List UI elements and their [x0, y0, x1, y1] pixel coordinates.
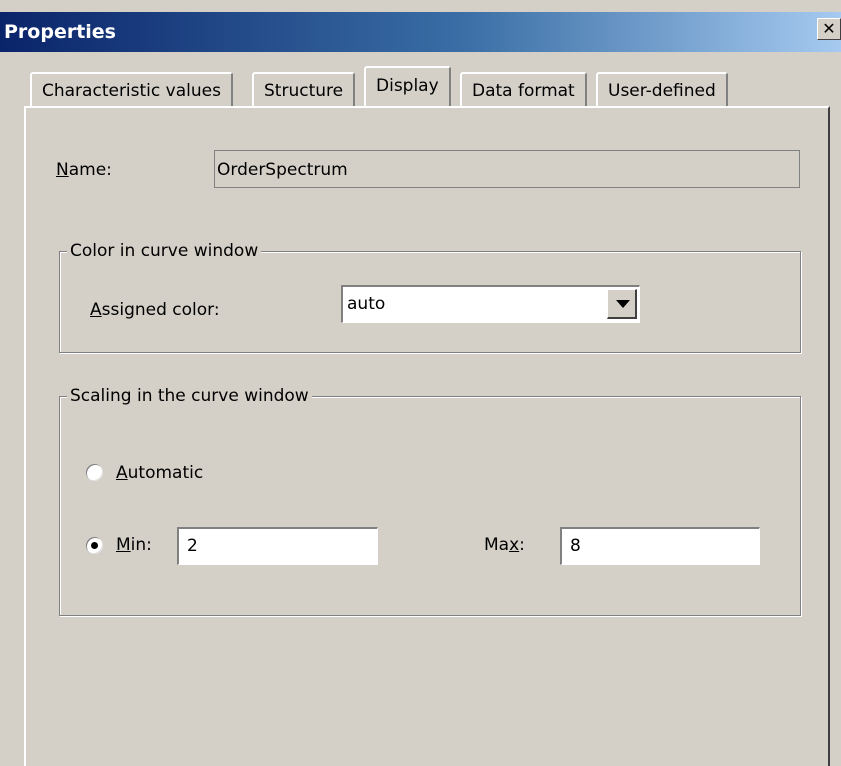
tab-data-format[interactable]: Data format — [460, 72, 587, 106]
tab-label: User-defined — [608, 81, 716, 101]
close-button[interactable]: ✕ — [817, 18, 841, 40]
tab-label: Data format — [472, 81, 575, 101]
tab-structure[interactable]: Structure — [252, 72, 356, 106]
tab-display[interactable]: Display — [364, 66, 451, 106]
tab-label: Characteristic values — [42, 81, 221, 101]
close-icon: ✕ — [822, 19, 836, 38]
tab-label: Structure — [264, 81, 344, 101]
tab-user-defined[interactable]: User-defined — [596, 72, 728, 106]
tab-panel-display — [24, 106, 830, 766]
title-bar[interactable]: Properties ✕ — [0, 12, 841, 52]
tab-characteristic-values[interactable]: Characteristic values — [30, 72, 233, 106]
properties-dialog: Properties ✕ Characteristic values Struc… — [0, 0, 841, 766]
tab-label: Display — [376, 76, 439, 96]
window-title: Properties — [4, 21, 116, 43]
